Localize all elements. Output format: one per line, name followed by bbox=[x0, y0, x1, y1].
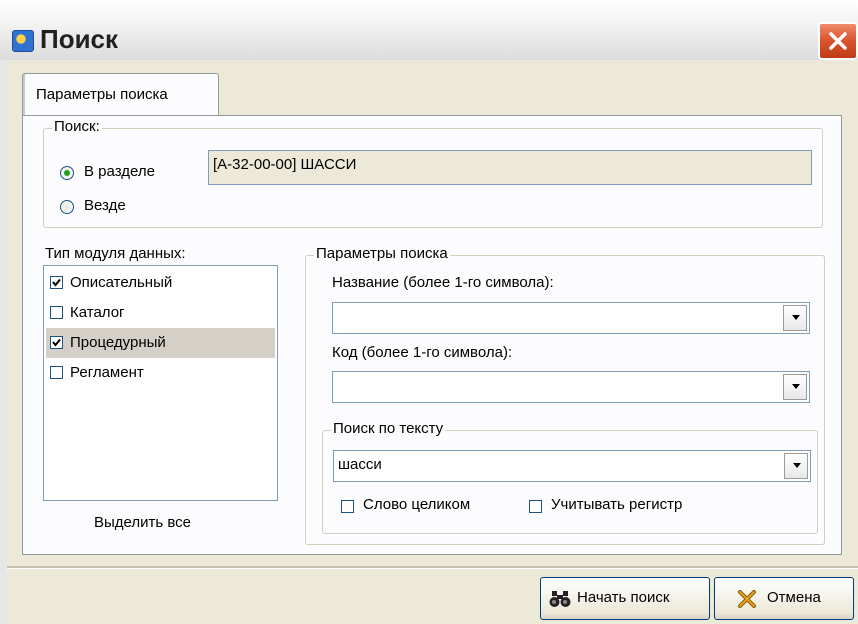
name-label: Название (более 1-го символа): bbox=[332, 274, 554, 291]
tab-search-parameters[interactable]: Параметры поиска bbox=[22, 73, 219, 116]
window-frame bbox=[0, 60, 7, 624]
radio-everywhere-label[interactable]: Везде bbox=[84, 197, 126, 214]
list-item[interactable]: Регламент bbox=[46, 358, 275, 388]
binoculars-icon bbox=[549, 591, 571, 607]
module-type-list[interactable]: Описательный Каталог Процедурный Регламе… bbox=[43, 265, 278, 501]
search-dialog: Поиск Параметры поиска Поиск: В разделе … bbox=[0, 0, 858, 624]
module-type-legend: Тип модуля данных: bbox=[43, 245, 188, 262]
whole-word-label[interactable]: Слово целиком bbox=[363, 496, 470, 513]
window-title: Поиск bbox=[40, 24, 119, 54]
cancel-label: Отмена bbox=[767, 589, 821, 606]
section-field: [A-32-00-00] ШАССИ bbox=[208, 150, 812, 185]
text-search-combobox[interactable]: шасси bbox=[333, 450, 811, 482]
text-search-legend: Поиск по тексту bbox=[331, 420, 446, 437]
search-scope-group: Поиск: В разделе [A-32-00-00] ШАССИ Везд… bbox=[43, 118, 823, 228]
chevron-down-icon bbox=[792, 384, 800, 389]
list-item[interactable]: Процедурный bbox=[46, 328, 275, 358]
checkmark-icon bbox=[52, 338, 61, 347]
close-icon bbox=[829, 32, 847, 50]
list-item[interactable]: Описательный bbox=[46, 268, 275, 298]
radio-selected-dot bbox=[64, 170, 70, 176]
close-button[interactable] bbox=[818, 22, 858, 60]
tab-panel: Поиск: В разделе [A-32-00-00] ШАССИ Везд… bbox=[22, 115, 842, 555]
list-item-label: Регламент bbox=[70, 364, 144, 381]
checkbox-descriptive[interactable] bbox=[50, 276, 63, 289]
cancel-x-icon bbox=[738, 590, 756, 608]
search-scope-legend: Поиск: bbox=[52, 118, 102, 135]
radio-everywhere[interactable] bbox=[60, 200, 74, 214]
chevron-down-icon bbox=[793, 463, 801, 468]
code-dropdown-button[interactable] bbox=[783, 374, 807, 400]
app-icon bbox=[12, 30, 34, 52]
match-case-label[interactable]: Учитывать регистр bbox=[551, 496, 682, 513]
code-combobox[interactable] bbox=[332, 371, 810, 403]
cancel-button[interactable]: Отмена bbox=[714, 577, 854, 620]
select-all-button[interactable]: Выделить все bbox=[94, 514, 191, 531]
radio-in-section[interactable] bbox=[60, 166, 74, 180]
footer-separator bbox=[7, 566, 858, 569]
code-label: Код (более 1-го символа): bbox=[332, 344, 513, 361]
match-case-checkbox[interactable] bbox=[529, 500, 542, 513]
name-dropdown-button[interactable] bbox=[783, 305, 807, 331]
search-params-group: Параметры поиска Название (более 1-го си… bbox=[305, 245, 825, 545]
list-item-label: Описательный bbox=[70, 274, 173, 291]
list-item-label: Процедурный bbox=[70, 334, 166, 351]
checkbox-catalog[interactable] bbox=[50, 306, 63, 319]
checkbox-procedural[interactable] bbox=[50, 336, 63, 349]
start-search-button[interactable]: Начать поиск bbox=[540, 577, 710, 620]
whole-word-checkbox[interactable] bbox=[341, 500, 354, 513]
list-item-label: Каталог bbox=[70, 304, 125, 321]
text-search-group: Поиск по тексту шасси Слово целиком Учит… bbox=[322, 420, 818, 534]
search-params-legend: Параметры поиска bbox=[314, 245, 450, 262]
tab-label: Параметры поиска bbox=[36, 86, 168, 103]
start-search-label: Начать поиск bbox=[577, 589, 670, 606]
list-item[interactable]: Каталог bbox=[46, 298, 275, 328]
section-value: [A-32-00-00] ШАССИ bbox=[213, 156, 357, 173]
title-bar[interactable]: Поиск bbox=[0, 0, 858, 60]
radio-in-section-label[interactable]: В разделе bbox=[84, 163, 155, 180]
name-combobox[interactable] bbox=[332, 302, 810, 334]
text-search-value: шасси bbox=[338, 456, 382, 473]
checkbox-maintenance[interactable] bbox=[50, 366, 63, 379]
text-search-dropdown-button[interactable] bbox=[784, 453, 808, 479]
checkmark-icon bbox=[52, 278, 61, 287]
chevron-down-icon bbox=[792, 315, 800, 320]
